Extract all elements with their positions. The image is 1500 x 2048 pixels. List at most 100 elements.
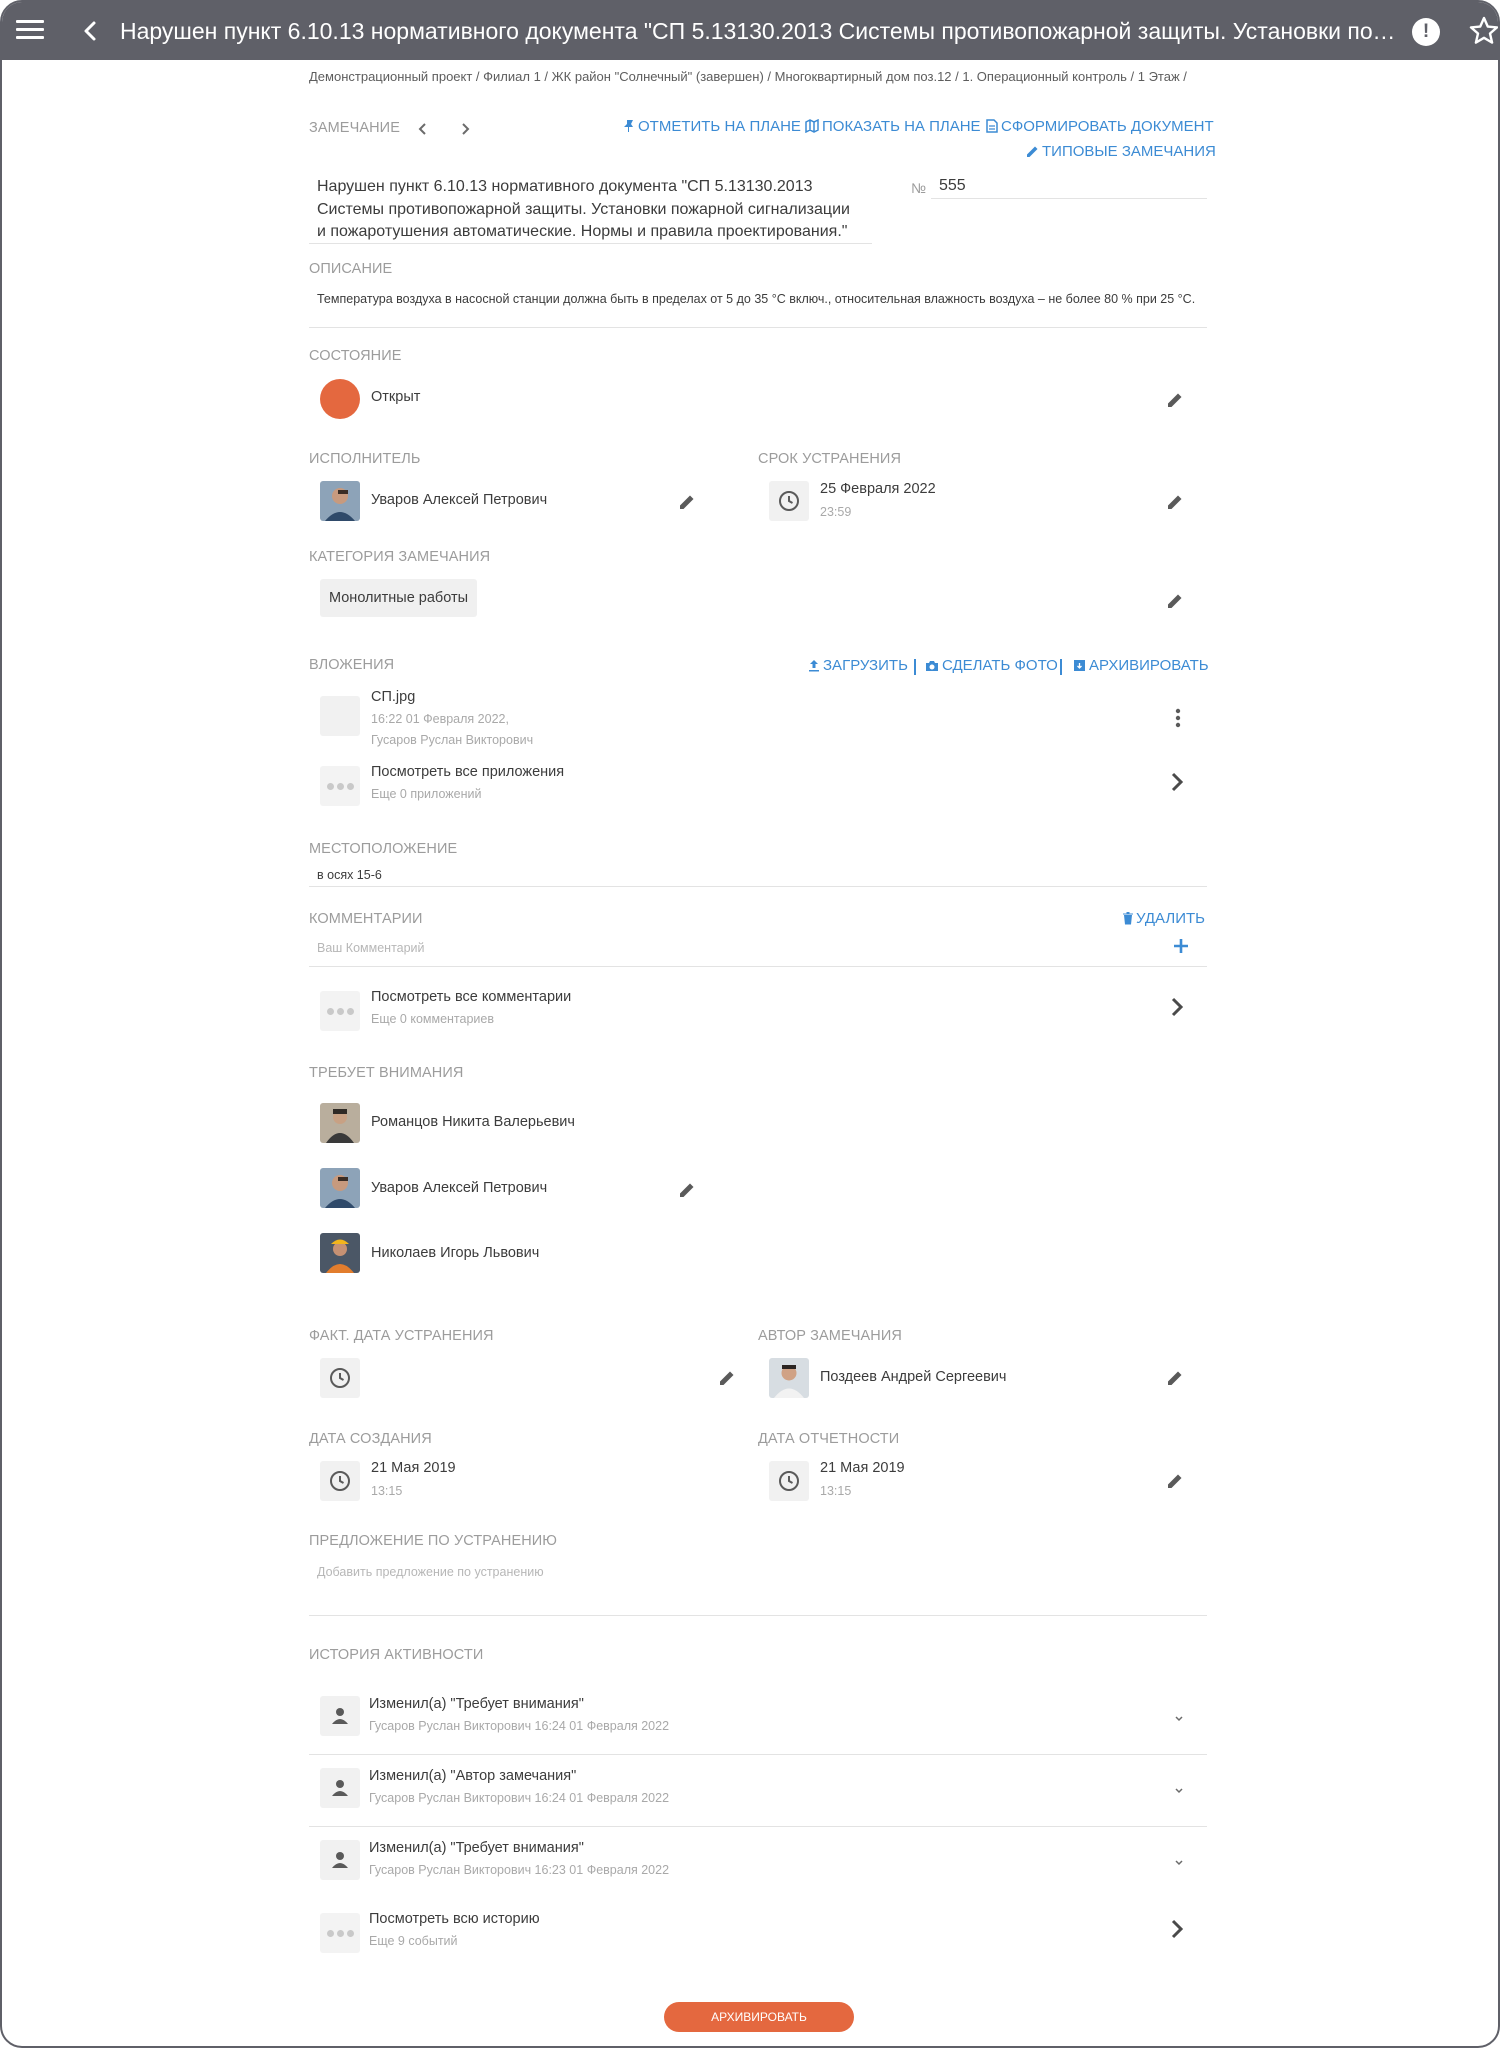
history-divider [309,1754,1207,1755]
history-label: История активности [309,1647,484,1663]
take-photo-label: Сделать фото [942,657,1058,674]
top-bar: Нарушен пункт 6.10.13 нормативного докум… [2,2,1500,60]
edit-status-icon[interactable] [1165,390,1185,410]
report-date-icon-box [769,1461,809,1501]
edit-deadline-icon[interactable] [1165,492,1185,512]
more-dots-icon [320,1913,360,1953]
attention-person-name: Романцов Никита Валерьевич [371,1114,575,1130]
view-all-attachments-link[interactable]: Посмотреть все приложения [371,764,564,780]
typical-remarks-button[interactable]: Типовые замечания [1026,143,1216,160]
chevron-down-icon[interactable] [1173,1786,1185,1796]
view-all-history-link[interactable]: Посмотреть всю историю [369,1911,540,1927]
location-value[interactable]: в осях 15-6 [317,868,382,882]
deadline-label: Срок устранения [758,451,902,467]
created-icon-box [320,1461,360,1501]
executor-label: Исполнитель [309,451,421,467]
attachments-label: Вложения [309,657,395,673]
file-name[interactable]: СП.jpg [371,689,415,705]
view-all-comments-link[interactable]: Посмотреть все комментарии [371,989,571,1005]
edit-attention-icon[interactable] [677,1180,697,1200]
location-label: Местоположение [309,841,458,857]
pencil-icon [1027,146,1038,157]
person-icon [332,1708,348,1724]
mark-on-plan-label: Отметить на плане [638,118,801,135]
executor-name: Уваров Алексей Петрович [371,492,548,508]
hamburger-menu-icon[interactable] [16,19,44,41]
next-remark-icon[interactable] [459,121,471,137]
alert-icon[interactable]: ! [1412,18,1440,46]
mark-on-plan-button[interactable]: Отметить на плане [623,118,801,135]
history-item-title: Изменил(а) "Автор замечания" [369,1768,577,1784]
archive-button[interactable]: Архивировать [664,2002,854,2032]
comments-label: Комментарии [309,911,423,927]
view-all-comments-sub: Еще 0 комментариев [371,1012,494,1026]
chevron-down-icon[interactable] [1173,1714,1185,1724]
report-time: 13:15 [820,1484,852,1498]
proposal-input[interactable]: Добавить предложение по устранению [317,1565,544,1579]
back-arrow-icon[interactable] [80,18,100,44]
history-divider [309,1826,1207,1827]
generate-document-button[interactable]: Сформировать документ [986,118,1214,135]
edit-report-date-icon[interactable] [1165,1471,1185,1491]
document-icon [986,119,998,133]
map-icon [805,118,819,134]
history-item-title: Изменил(а) "Требует внимания" [369,1840,584,1856]
more-vertical-icon[interactable] [1175,708,1181,728]
remark-text[interactable]: Нарушен пункт 6.10.13 нормативного докум… [317,176,857,244]
remark-text-underline [309,243,872,244]
breadcrumb[interactable]: Демонстрационный проект / Филиал 1 / ЖК … [309,69,1187,84]
file-thumbnail[interactable] [320,696,360,736]
archive-attachments-button[interactable]: Архивировать [1073,657,1209,674]
action-separator [914,659,916,675]
clock-icon [330,1368,350,1388]
take-photo-button[interactable]: Сделать фото [925,657,1058,674]
page-title: Нарушен пункт 6.10.13 нормативного докум… [120,18,1400,44]
chevron-right-icon[interactable] [1169,1917,1185,1941]
upload-icon [809,660,819,672]
generate-document-label: Сформировать документ [1001,118,1214,135]
history-item-icon-box [320,1840,360,1880]
clock-icon [330,1471,350,1491]
edit-author-icon[interactable] [1165,1368,1185,1388]
remark-number[interactable]: 555 [939,177,966,195]
attention-label: Требует внимания [309,1065,464,1081]
created-label: Дата создания [309,1431,432,1447]
deadline-time: 23:59 [820,505,852,519]
delete-comments-button[interactable]: Удалить [1123,910,1205,927]
archive-attachments-label: Архивировать [1089,657,1209,674]
history-item-icon-box [320,1768,360,1808]
author-avatar [769,1358,809,1398]
status-value: Открыт [371,389,421,405]
history-item-meta: Гусаров Руслан Викторович 16:24 01 Февра… [369,1719,670,1733]
edit-executor-icon[interactable] [677,492,697,512]
status-label: Состояние [309,348,402,364]
remark-label: Замечание [309,120,400,136]
edit-fact-date-icon[interactable] [717,1368,737,1388]
upload-button[interactable]: Загрузить [808,657,908,674]
category-chip[interactable]: Монолитные работы [320,579,478,617]
prev-remark-icon[interactable] [417,121,429,137]
comment-input[interactable]: Ваш Комментарий [317,941,425,955]
pin-icon [624,120,633,132]
chevron-right-icon[interactable] [1169,995,1185,1019]
deadline-date: 25 Февраля 2022 [820,481,936,497]
add-comment-icon[interactable] [1171,936,1191,956]
typical-remarks-label: Типовые замечания [1042,143,1216,160]
file-author: Гусаров Руслан Викторович [371,733,534,747]
history-item-meta: Гусаров Руслан Викторович 16:24 01 Февра… [369,1791,670,1805]
view-all-history-sub: Еще 9 событий [369,1934,458,1948]
show-on-plan-button[interactable]: Показать на плане [805,118,981,135]
chevron-down-icon[interactable] [1173,1858,1185,1868]
history-item-icon-box [320,1696,360,1736]
view-all-attachments-sub: Еще 0 приложений [371,787,482,801]
author-name: Поздеев Андрей Сергеевич [820,1369,1007,1385]
favorite-star-icon[interactable] [1468,15,1500,47]
chevron-right-icon[interactable] [1169,770,1185,794]
more-dots-icon [320,991,360,1031]
person-avatar [320,1233,360,1273]
fact-date-icon-box [320,1358,360,1398]
description-text[interactable]: Температура воздуха в насосной станции д… [317,291,1197,308]
camera-icon [926,661,938,671]
edit-category-icon[interactable] [1165,591,1185,611]
author-label: Автор замечания [758,1328,902,1344]
